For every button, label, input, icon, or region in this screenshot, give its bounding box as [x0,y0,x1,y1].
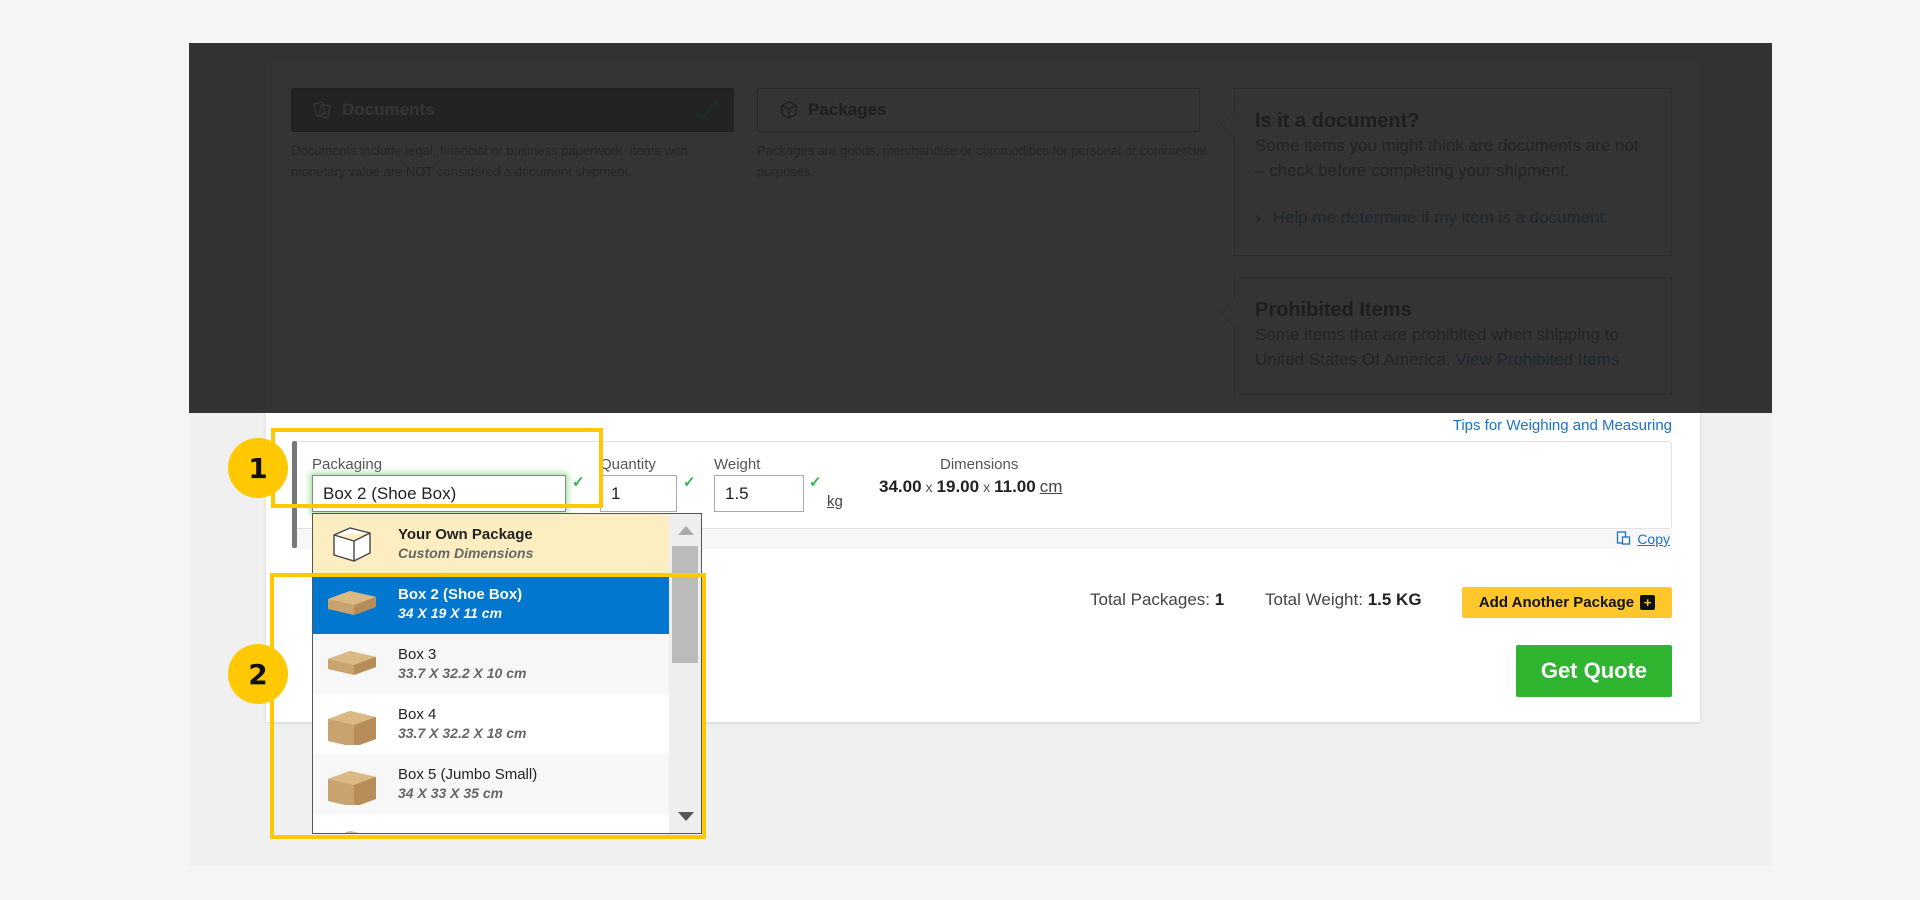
custom-box-icon [323,522,381,566]
weight-valid-check-icon: ✓ [809,474,822,491]
app-frame: Documents Documents include legal, finan… [189,43,1772,866]
annotation-marker-2: 2 [228,644,288,704]
weight-unit-toggle[interactable]: kg [827,493,843,510]
weight-label: Weight [714,456,761,473]
quantity-label: Quantity [600,456,656,473]
dimension-width: 19.00 [936,477,980,496]
annotation-box-2 [270,573,706,839]
quantity-input[interactable]: 1 [600,475,677,512]
total-weight: Total Weight: 1.5 KG [1265,590,1422,610]
packaging-option[interactable]: Your Own Package Custom Dimensions [313,514,671,574]
total-weight-label: Total Weight: [1265,590,1363,609]
weight-input[interactable]: 1.5 [714,475,804,512]
quantity-valid-check-icon: ✓ [683,474,696,491]
copy-label: Copy [1637,531,1670,547]
dimensions-value: 34.00 x 19.00 x 11.00 cm [879,477,1062,497]
total-packages: Total Packages: 1 [1090,590,1224,610]
total-packages-value: 1 [1214,590,1225,609]
packaging-option-name: Your Own Package [398,526,533,543]
dimension-height: 11.00 [994,477,1036,496]
packaging-option-dimensions: Custom Dimensions [398,545,534,561]
plus-icon: + [1640,595,1656,610]
dimension-unit-toggle[interactable]: cm [1040,477,1063,496]
add-another-package-button[interactable]: Add Another Package + [1462,587,1672,618]
scroll-up-icon[interactable] [678,526,694,535]
annotation-marker-1: 1 [228,438,288,498]
annotation-box-1 [271,428,603,508]
total-packages-label: Total Packages: [1090,590,1211,609]
add-package-label: Add Another Package [1478,594,1635,611]
copy-icon [1616,530,1631,548]
tips-weighing-link[interactable]: Tips for Weighing and Measuring [1453,417,1672,434]
copy-package-button[interactable]: Copy [1616,530,1670,548]
total-weight-value: 1.5 KG [1367,590,1422,609]
dimension-length: 34.00 [879,477,922,496]
get-quote-button[interactable]: Get Quote [1516,645,1672,697]
dimensions-label: Dimensions [940,456,1019,473]
dimension-separator: x [983,479,991,495]
dimension-separator: x [925,479,933,495]
dim-overlay [189,43,1772,413]
